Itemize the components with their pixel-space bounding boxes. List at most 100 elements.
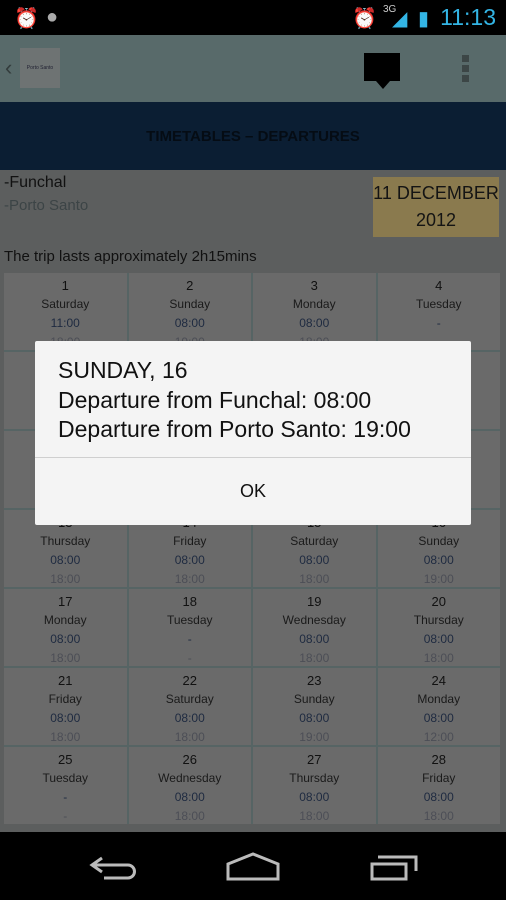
calendar-day-cell[interactable]: 25 Tuesday - -	[4, 747, 127, 824]
status-bar: ⏰ ● ⏰ 3G ◢ ▮ 11:13	[0, 0, 506, 35]
departure-funchal: -	[63, 790, 68, 804]
dialog-day: SUNDAY, 16	[58, 357, 188, 383]
weekday: Thursday	[289, 771, 340, 785]
weekday: Friday	[173, 534, 207, 548]
departure-funchal: 08:00	[299, 632, 330, 646]
departure-porto-santo: 18:00	[174, 572, 205, 586]
departure-funchal: 08:00	[299, 790, 330, 804]
app-logo[interactable]: Porto Santo	[20, 48, 60, 88]
calendar-day-cell[interactable]: 21 Friday 08:00 18:00	[4, 668, 127, 745]
messages-icon[interactable]	[364, 53, 400, 89]
day-number: 20	[431, 594, 446, 609]
calendar-day-cell[interactable]: 26 Wednesday 08:00 18:00	[128, 747, 251, 824]
day-number: 4	[435, 278, 443, 293]
alarm-icon: ⏰	[352, 8, 377, 30]
day-number: 21	[58, 673, 73, 688]
calendar-day-cell[interactable]: 17 Monday 08:00 18:00	[4, 589, 127, 666]
departure-porto-santo: 18:00	[50, 651, 81, 665]
departure-funchal: 08:00	[423, 553, 454, 567]
departure-funchal: 08:00	[423, 632, 454, 646]
day-number: 1	[61, 278, 69, 293]
departure-porto-santo: 18:00	[50, 572, 81, 586]
home-icon[interactable]	[226, 852, 280, 882]
departure-funchal: 08:00	[299, 553, 330, 567]
departure-funchal: -	[436, 316, 441, 330]
day-number: 27	[307, 752, 322, 767]
dialog-departure-funchal: Departure from Funchal: 08:00	[58, 386, 372, 413]
calendar-day-cell[interactable]: 22 Saturday 08:00 18:00	[128, 668, 251, 745]
calendar-day-cell[interactable]: 18 Tuesday - -	[128, 589, 251, 666]
weekday: Saturday	[41, 297, 90, 311]
departure-porto-santo: 18:00	[423, 809, 454, 823]
signal-icon: ◢	[392, 8, 408, 30]
recent-apps-icon[interactable]	[370, 852, 420, 882]
departure-porto-santo: -	[63, 809, 68, 823]
departure-funchal: 08:00	[174, 553, 205, 567]
alarm-icon: ⏰	[14, 8, 39, 30]
weekday: Friday	[422, 771, 456, 785]
back-chevron-icon[interactable]: ‹	[5, 55, 12, 81]
departure-porto-santo: 19:00	[423, 572, 454, 586]
departure-porto-santo: 18:00	[299, 651, 330, 665]
departure-porto-santo: 18:00	[423, 651, 454, 665]
calendar-day-cell[interactable]: 28 Friday 08:00 18:00	[377, 747, 500, 824]
day-number: 26	[182, 752, 197, 767]
weekday: Monday	[43, 613, 87, 627]
weekday: Thursday	[413, 613, 464, 627]
departure-porto-santo: 18:00	[50, 730, 81, 744]
calendar-day-cell[interactable]: 2Sunday08:0019:00	[128, 273, 251, 350]
weekday: Saturday	[165, 692, 214, 706]
departure-porto-santo: 18:00	[299, 809, 330, 823]
calendar-day-cell[interactable]: 3Monday08:0018:00	[253, 273, 376, 350]
date-selector[interactable]: 11 DECEMBER 2012	[373, 177, 499, 237]
departure-funchal: 08:00	[423, 711, 454, 725]
day-number: 17	[58, 594, 73, 609]
clock: 11:13	[440, 4, 496, 30]
departure-funchal: 11:00	[50, 316, 80, 330]
departure-porto-santo: -	[187, 651, 192, 665]
departure-porto-santo: 18:00	[299, 572, 330, 586]
weekday: Tuesday	[42, 771, 89, 785]
day-number: 23	[307, 673, 322, 688]
android-icon: ●	[46, 6, 59, 28]
departure-funchal: 08:00	[50, 632, 81, 646]
day-details-dialog: SUNDAY, 16 Departure from Funchal: 08:00…	[35, 341, 471, 525]
departure-porto-santo: 19:00	[299, 730, 330, 744]
calendar-day-cell[interactable]: 23 Sunday 08:00 19:00	[253, 668, 376, 745]
weekday: Friday	[48, 692, 82, 706]
route-from: -Funchal	[4, 174, 67, 191]
day-number: 22	[182, 673, 197, 688]
weekday: Monday	[417, 692, 461, 706]
departure-funchal: 08:00	[299, 711, 330, 725]
route-to: -Porto Santo	[4, 197, 89, 214]
ok-button[interactable]: OK	[35, 458, 471, 525]
departure-porto-santo: 18:00	[174, 730, 205, 744]
weekday: Thursday	[40, 534, 91, 548]
back-icon[interactable]	[88, 852, 138, 882]
overflow-menu-icon[interactable]	[462, 55, 470, 85]
weekday: Sunday	[169, 297, 211, 311]
departure-funchal: -	[187, 632, 192, 646]
departure-funchal: 08:00	[174, 316, 205, 330]
calendar-day-cell[interactable]: 4 Tuesday -	[377, 273, 500, 350]
action-bar: ‹ Porto Santo	[0, 35, 506, 102]
day-number: 3	[310, 278, 318, 293]
weekday: Sunday	[293, 692, 335, 706]
calendar-day-cell[interactable]: 1Saturday11:0018:00	[4, 273, 127, 350]
calendar-day-cell[interactable]: 20 Thursday 08:00 18:00	[377, 589, 500, 666]
page-title: TIMETABLES – DEPARTURES	[0, 102, 506, 170]
departure-funchal: 08:00	[423, 790, 454, 804]
departure-funchal: 08:00	[174, 790, 205, 804]
calendar-day-cell[interactable]: 27 Thursday 08:00 18:00	[253, 747, 376, 824]
day-number: 24	[431, 673, 446, 688]
day-number: 25	[58, 752, 73, 767]
battery-charging-icon: ▮	[418, 8, 430, 30]
calendar-day-cell[interactable]: 24 Monday 08:00 12:00	[377, 668, 500, 745]
day-number: 18	[182, 594, 197, 609]
weekday: Monday	[292, 297, 336, 311]
departure-porto-santo: 12:00	[423, 730, 454, 744]
departure-funchal: 08:00	[174, 711, 205, 725]
calendar-day-cell[interactable]: 19 Wednesday 08:00 18:00	[253, 589, 376, 666]
departure-porto-santo: 18:00	[174, 809, 205, 823]
trip-duration: The trip lasts approximately 2h15mins	[4, 248, 257, 265]
